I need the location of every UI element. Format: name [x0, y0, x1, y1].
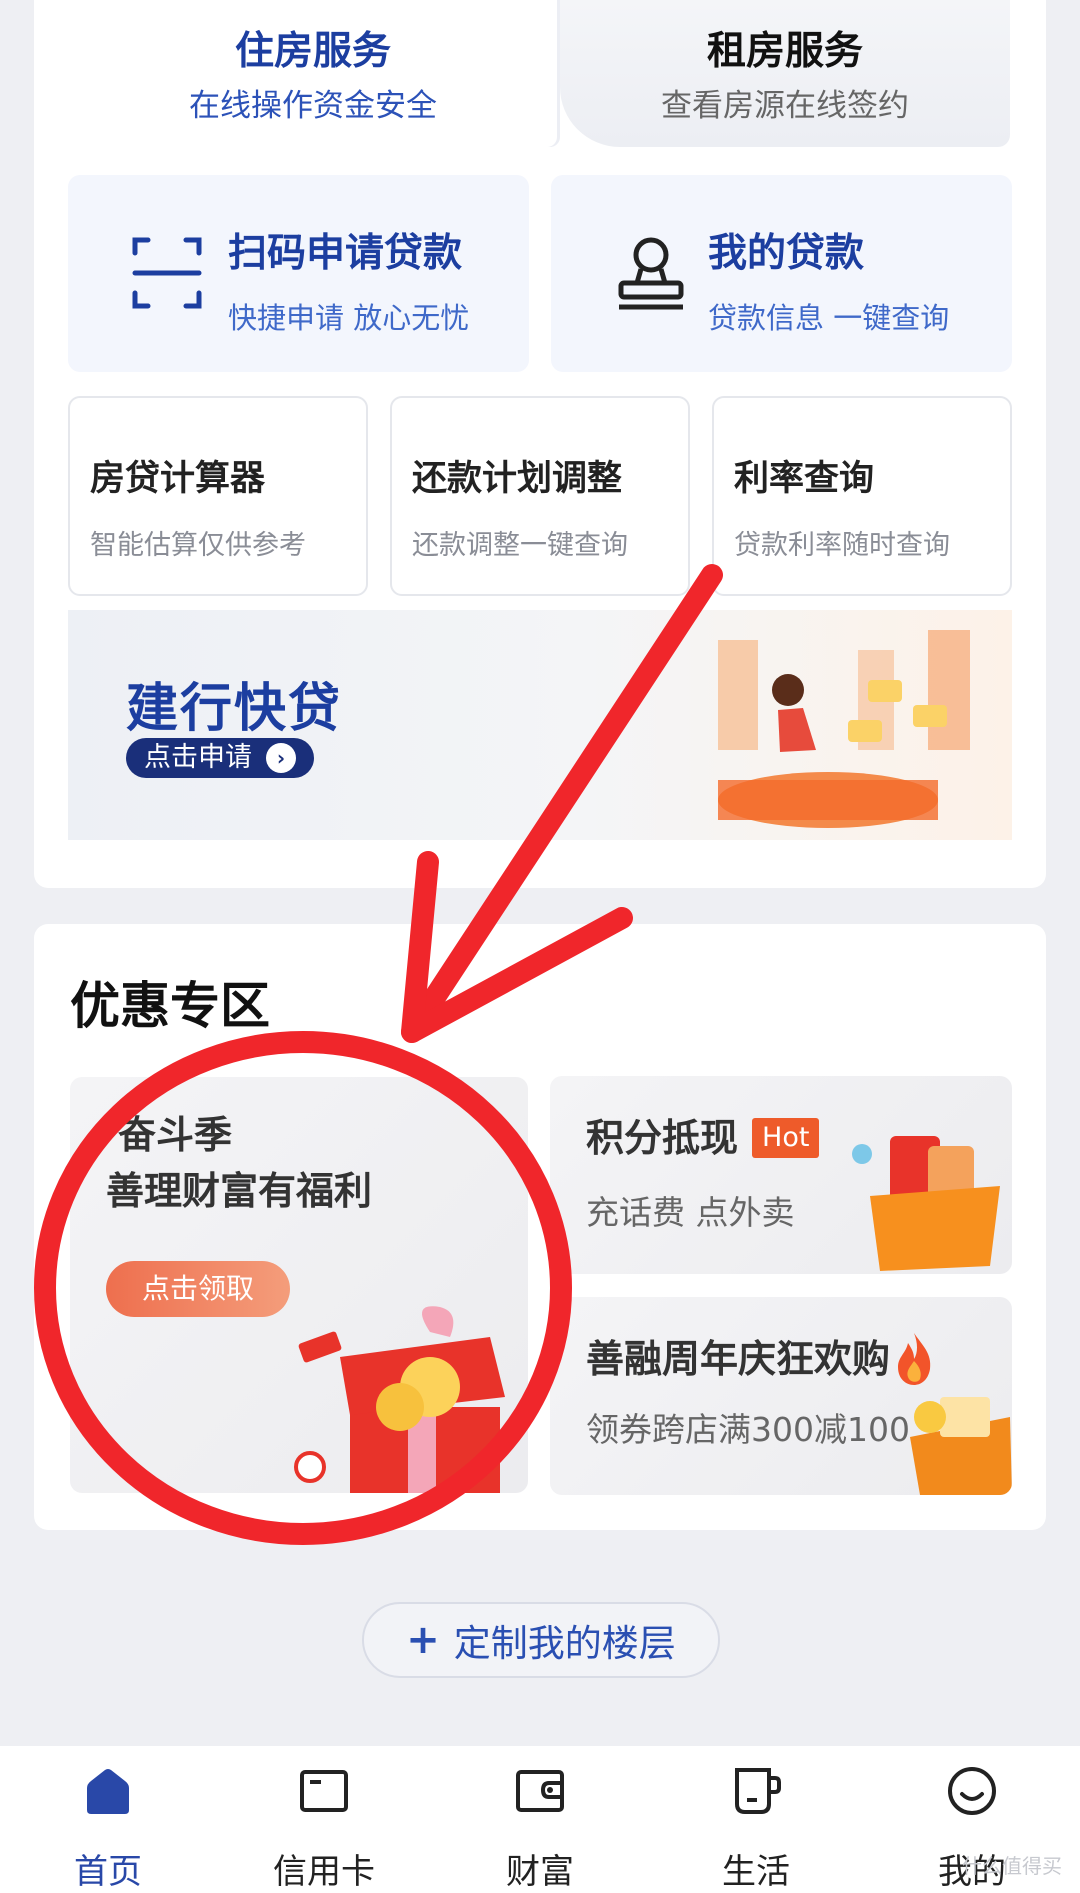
- watermark: 什么值得买: [962, 1854, 1062, 1878]
- cup-icon: [735, 1768, 781, 1814]
- red-annotation-overlay: [34, 564, 723, 1545]
- tab-life[interactable]: 生活: [648, 1746, 864, 1893]
- bottom-tab-bar: 首页 信用卡 财富 生活 我的: [0, 1746, 1080, 1893]
- wallet-icon: [516, 1770, 564, 1812]
- tab-credit-card-label: 信用卡: [273, 1852, 375, 1892]
- credit-card-icon: [300, 1770, 348, 1812]
- tab-wealth[interactable]: 财富: [432, 1746, 648, 1893]
- home-icon: [87, 1769, 129, 1814]
- tab-home[interactable]: 首页: [0, 1746, 216, 1893]
- tab-wealth-label: 财富: [506, 1852, 574, 1892]
- tab-life-label: 生活: [722, 1852, 790, 1892]
- tab-credit-card[interactable]: 信用卡: [216, 1746, 432, 1893]
- smile-icon: [948, 1767, 996, 1815]
- tab-home-label: 首页: [74, 1852, 142, 1892]
